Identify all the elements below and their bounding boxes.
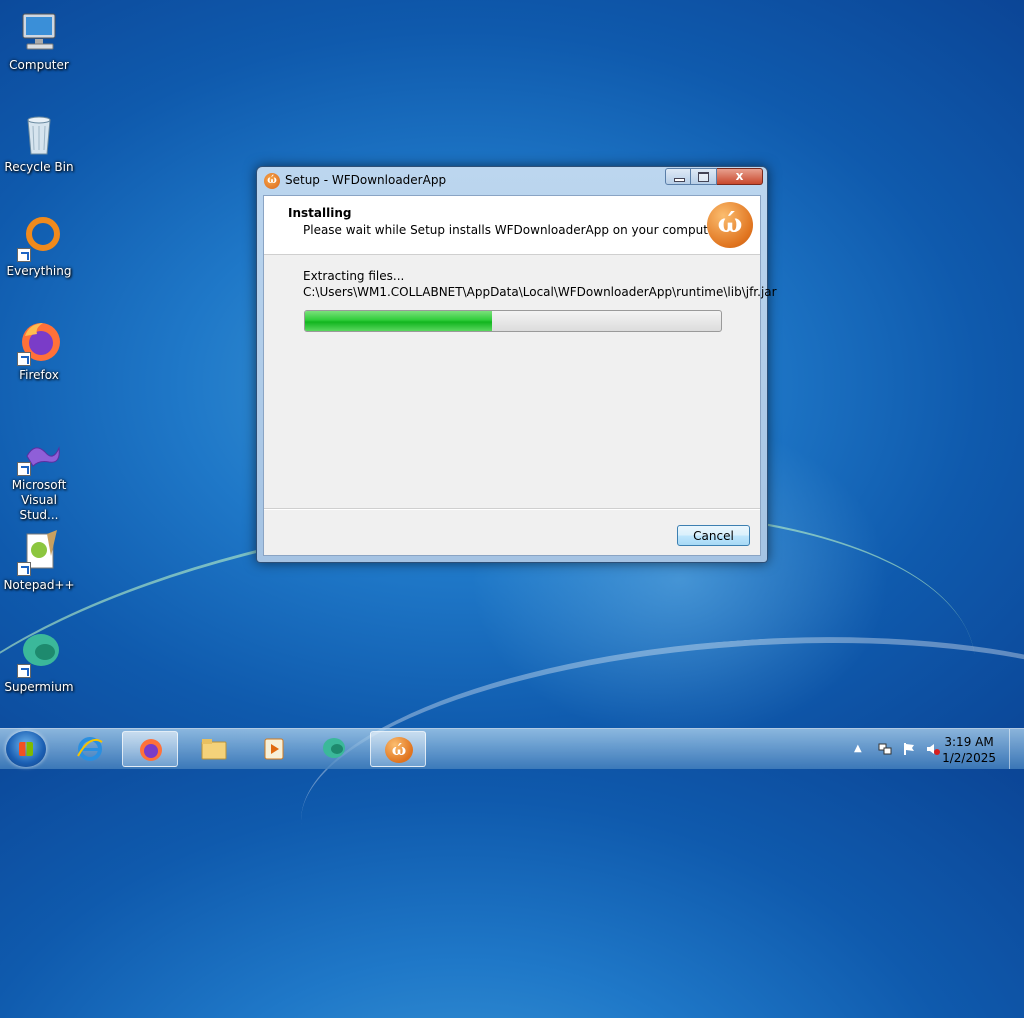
firefox-icon — [140, 739, 162, 761]
network-icon[interactable] — [878, 742, 892, 756]
desktop-icon-visual-studio[interactable]: Microsoft Visual Stud... — [2, 436, 76, 523]
taskbar-file-explorer[interactable] — [186, 731, 242, 767]
wfdownloader-app-icon: ώ — [385, 737, 413, 763]
setup-window[interactable]: ώ Setup - WFDownloaderApp x Installing P… — [256, 166, 777, 563]
shortcut-arrow-icon — [17, 248, 31, 262]
taskbar-firefox[interactable] — [122, 731, 178, 767]
cancel-button[interactable]: Cancel — [677, 525, 750, 546]
page-subtitle: Please wait while Setup installs WFDownl… — [303, 223, 723, 237]
firefox-icon — [15, 318, 63, 366]
taskbar-supermium[interactable] — [306, 731, 362, 767]
visual-studio-icon — [15, 436, 63, 476]
current-file-path: C:\Users\WM1.COLLABNET\AppData\Local\WFD… — [303, 285, 777, 299]
desktop-icon-firefox[interactable]: Firefox — [2, 318, 76, 382]
desktop-icon-everything[interactable]: Everything — [2, 214, 76, 278]
clock-time: 3:19 AM — [944, 735, 994, 749]
supermium-icon — [323, 738, 345, 758]
system-clock[interactable]: 3:19 AM 1/2/2025 — [942, 734, 996, 766]
progress-fill — [305, 311, 493, 331]
recycle-bin-icon — [15, 110, 63, 158]
wizard-header: Installing Please wait while Setup insta… — [264, 196, 760, 255]
desktop-icon-notepadplusplus[interactable]: Notepad++ — [2, 528, 76, 592]
volume-muted-icon[interactable] — [926, 742, 940, 756]
notepadplusplus-icon — [15, 528, 63, 576]
taskbar-media-player[interactable] — [246, 731, 302, 767]
window-controls: x — [665, 168, 763, 185]
everything-icon — [15, 214, 63, 262]
desktop-icon-label: Everything — [6, 264, 72, 278]
folder-icon — [201, 739, 227, 760]
close-button[interactable]: x — [717, 168, 763, 185]
show-desktop-button[interactable] — [1009, 729, 1024, 769]
desktop-icon-label: Recycle Bin — [4, 160, 74, 174]
maximize-button[interactable] — [691, 168, 717, 185]
desktop-icon-label: Microsoft Visual Stud... — [11, 478, 67, 522]
start-button[interactable] — [6, 731, 46, 767]
internet-explorer-icon — [77, 737, 103, 761]
shortcut-arrow-icon — [17, 352, 31, 366]
computer-icon — [15, 8, 63, 56]
system-tray: ▲ 3:19 AM 1/2/2025 — [834, 729, 1024, 769]
desktop-icon-label: Firefox — [19, 368, 59, 382]
taskbar-internet-explorer[interactable] — [62, 731, 118, 767]
window-client-area: Installing Please wait while Setup insta… — [263, 195, 777, 556]
window-title: Setup - WFDownloaderApp — [285, 173, 447, 187]
action-center-flag-icon[interactable] — [902, 742, 916, 756]
divider — [264, 508, 760, 510]
show-hidden-icons-chevron-icon[interactable]: ▲ — [854, 742, 868, 756]
page-title: Installing — [288, 206, 352, 220]
desktop-icon-label: Computer — [9, 58, 69, 72]
minimize-button[interactable] — [665, 168, 691, 185]
shortcut-arrow-icon — [17, 462, 31, 476]
window-titlebar[interactable]: ώ Setup - WFDownloaderApp x — [257, 167, 767, 193]
shortcut-arrow-icon — [17, 664, 31, 678]
status-text: Extracting files... — [303, 269, 405, 283]
install-progress-bar — [304, 310, 722, 332]
taskbar-wfdownloaderapp[interactable]: ώ — [370, 731, 426, 767]
desktop-icon-supermium[interactable]: Supermium — [2, 630, 76, 694]
desktop-icon-label: Supermium — [4, 680, 74, 694]
taskbar: ώ ▲ 3:19 AM 1/2/2025 — [0, 728, 1024, 769]
desktop-icon-label: Notepad++ — [3, 578, 75, 592]
desktop-icon-recycle-bin[interactable]: Recycle Bin — [2, 110, 76, 174]
wfdownloader-logo-icon: ώ — [707, 202, 753, 248]
wfdownloader-app-icon: ώ — [264, 173, 280, 189]
media-player-icon — [264, 738, 284, 760]
clock-date: 1/2/2025 — [942, 751, 996, 765]
supermium-icon — [15, 630, 63, 678]
shortcut-arrow-icon — [17, 562, 31, 576]
desktop-icon-computer[interactable]: Computer — [2, 8, 76, 72]
